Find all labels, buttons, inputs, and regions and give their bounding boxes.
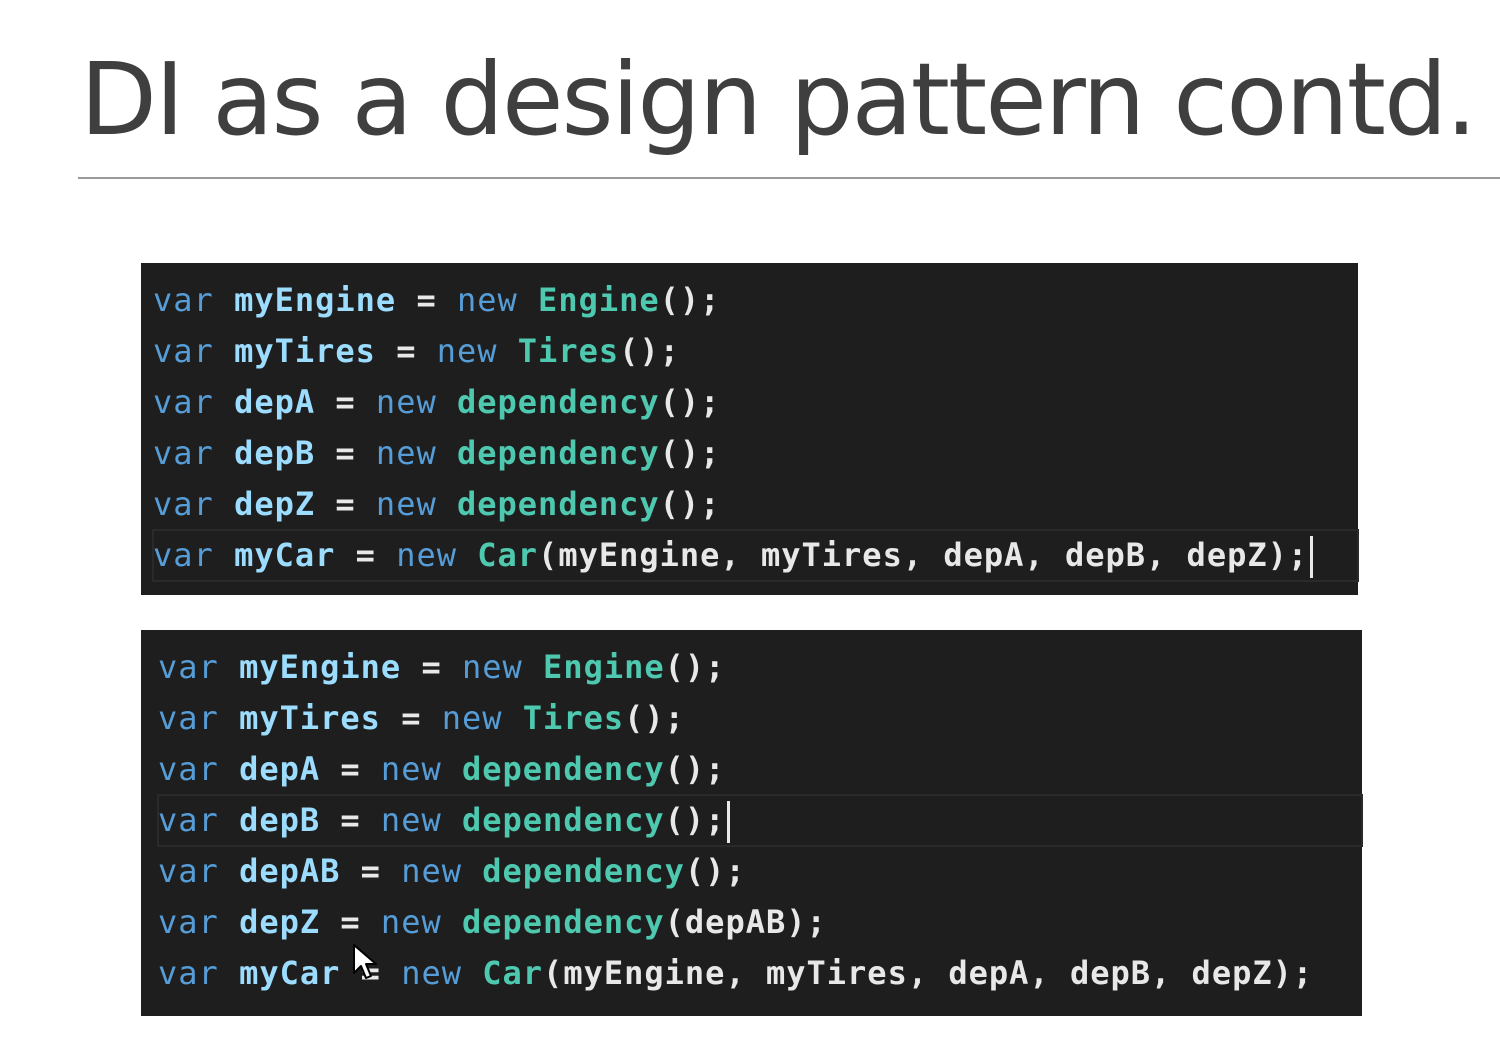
code-line[interactable]: var myTires = new Tires(); — [153, 326, 1358, 377]
variable-token: myEngine — [239, 648, 402, 686]
assign-token: = — [401, 648, 462, 686]
type-token: Tires — [517, 332, 620, 370]
code-line[interactable]: var depA = new dependency(); — [158, 744, 1362, 795]
code-line[interactable]: var myEngine = new Engine(); — [153, 275, 1358, 326]
slide-title: DI as a design pattern contd. — [80, 41, 1477, 158]
new-keyword-token: new — [380, 801, 442, 839]
variable-token: depB — [234, 434, 316, 472]
keyword-token: var — [158, 699, 219, 737]
code-line[interactable]: var depZ = new dependency(); — [153, 479, 1358, 530]
code-editor-block-2[interactable]: var myEngine = new Engine(); var myTires… — [141, 630, 1363, 1016]
code-line-current[interactable]: var myCar = new Car(myEngine, myTires, d… — [152, 529, 1359, 582]
type-token: Tires — [522, 699, 625, 737]
type-token: dependency — [461, 750, 665, 788]
variable-token: depAB — [239, 852, 341, 890]
args-token: (); — [684, 852, 746, 890]
code-line[interactable]: var depAB = new dependency(); — [158, 846, 1362, 897]
variable-token: depZ — [234, 485, 316, 523]
new-keyword-token: new — [375, 434, 437, 472]
keyword-token: var — [153, 281, 214, 319]
assign-token: = — [375, 332, 437, 370]
variable-token: myCar — [239, 954, 341, 992]
keyword-token: var — [158, 801, 219, 839]
args-token: (); — [664, 801, 726, 839]
keyword-token: var — [153, 332, 214, 370]
args-token: (); — [659, 383, 721, 421]
code-line[interactable]: var depZ = new dependency(depAB); — [158, 897, 1362, 948]
variable-token: depB — [239, 801, 321, 839]
type-token: dependency — [461, 903, 665, 941]
type-token: Car — [477, 536, 539, 574]
text-caret — [727, 801, 731, 843]
assign-token: = — [396, 281, 457, 319]
type-token: dependency — [461, 801, 665, 839]
type-token: dependency — [456, 485, 660, 523]
code-line[interactable]: var myCar = new Car(myEngine, myTires, d… — [158, 948, 1362, 999]
variable-token: depA — [239, 750, 321, 788]
assign-token: = — [320, 801, 381, 839]
new-keyword-token: new — [441, 699, 503, 737]
keyword-token: var — [158, 954, 219, 992]
variable-token: myTires — [234, 332, 376, 370]
title-divider — [78, 177, 1500, 179]
assign-token: = — [335, 536, 397, 574]
args-token: (); — [664, 648, 726, 686]
mouse-cursor-icon — [353, 944, 377, 979]
code-line[interactable]: var depA = new dependency(); — [153, 377, 1358, 428]
keyword-token: var — [158, 903, 219, 941]
keyword-token: var — [153, 383, 214, 421]
code-line-current[interactable]: var depB = new dependency(); — [157, 794, 1363, 847]
type-token: Engine — [543, 648, 665, 686]
assign-token: = — [315, 434, 376, 472]
assign-token: = — [380, 699, 442, 737]
code-line[interactable]: var myEngine = new Engine(); — [158, 642, 1362, 693]
new-keyword-token: new — [396, 536, 457, 574]
assign-token: = — [315, 383, 376, 421]
new-keyword-token: new — [375, 383, 437, 421]
keyword-token: var — [158, 750, 219, 788]
new-keyword-token: new — [456, 281, 518, 319]
new-keyword-token: new — [436, 332, 498, 370]
code-line[interactable]: var myTires = new Tires(); — [158, 693, 1362, 744]
args-token: (); — [664, 750, 726, 788]
assign-token: = — [320, 903, 381, 941]
type-token: Engine — [538, 281, 660, 319]
type-token: dependency — [456, 434, 660, 472]
args-token: (depAB); — [664, 903, 827, 941]
assign-token: = — [315, 485, 376, 523]
keyword-token: var — [153, 536, 214, 574]
new-keyword-token: new — [375, 485, 437, 523]
args-token: (); — [659, 485, 721, 523]
keyword-token: var — [153, 485, 214, 523]
assign-token: = — [320, 750, 381, 788]
keyword-token: var — [158, 852, 219, 890]
variable-token: myEngine — [234, 281, 397, 319]
keyword-token: var — [158, 648, 219, 686]
variable-token: myTires — [239, 699, 381, 737]
args-token: (); — [659, 434, 721, 472]
new-keyword-token: new — [380, 750, 442, 788]
new-keyword-token: new — [461, 648, 523, 686]
code-editor-block-1[interactable]: var myEngine = new Engine(); var myTires… — [141, 263, 1359, 595]
new-keyword-token: new — [401, 954, 462, 992]
args-token: (myEngine, myTires, depA, depB, depZ); — [543, 954, 1314, 992]
type-token: Car — [482, 954, 544, 992]
args-token: (); — [624, 699, 685, 737]
keyword-token: var — [153, 434, 214, 472]
type-token: dependency — [482, 852, 685, 890]
variable-token: depA — [234, 383, 316, 421]
args-token: (); — [619, 332, 680, 370]
variable-token: myCar — [234, 536, 336, 574]
text-caret — [1310, 536, 1314, 578]
assign-token: = — [340, 852, 402, 890]
args-token: (myEngine, myTires, depA, depB, depZ); — [538, 536, 1309, 574]
args-token: (); — [659, 281, 721, 319]
new-keyword-token: new — [380, 903, 442, 941]
code-line[interactable]: var depB = new dependency(); — [153, 428, 1358, 479]
variable-token: depZ — [239, 903, 321, 941]
type-token: dependency — [456, 383, 660, 421]
new-keyword-token: new — [401, 852, 462, 890]
